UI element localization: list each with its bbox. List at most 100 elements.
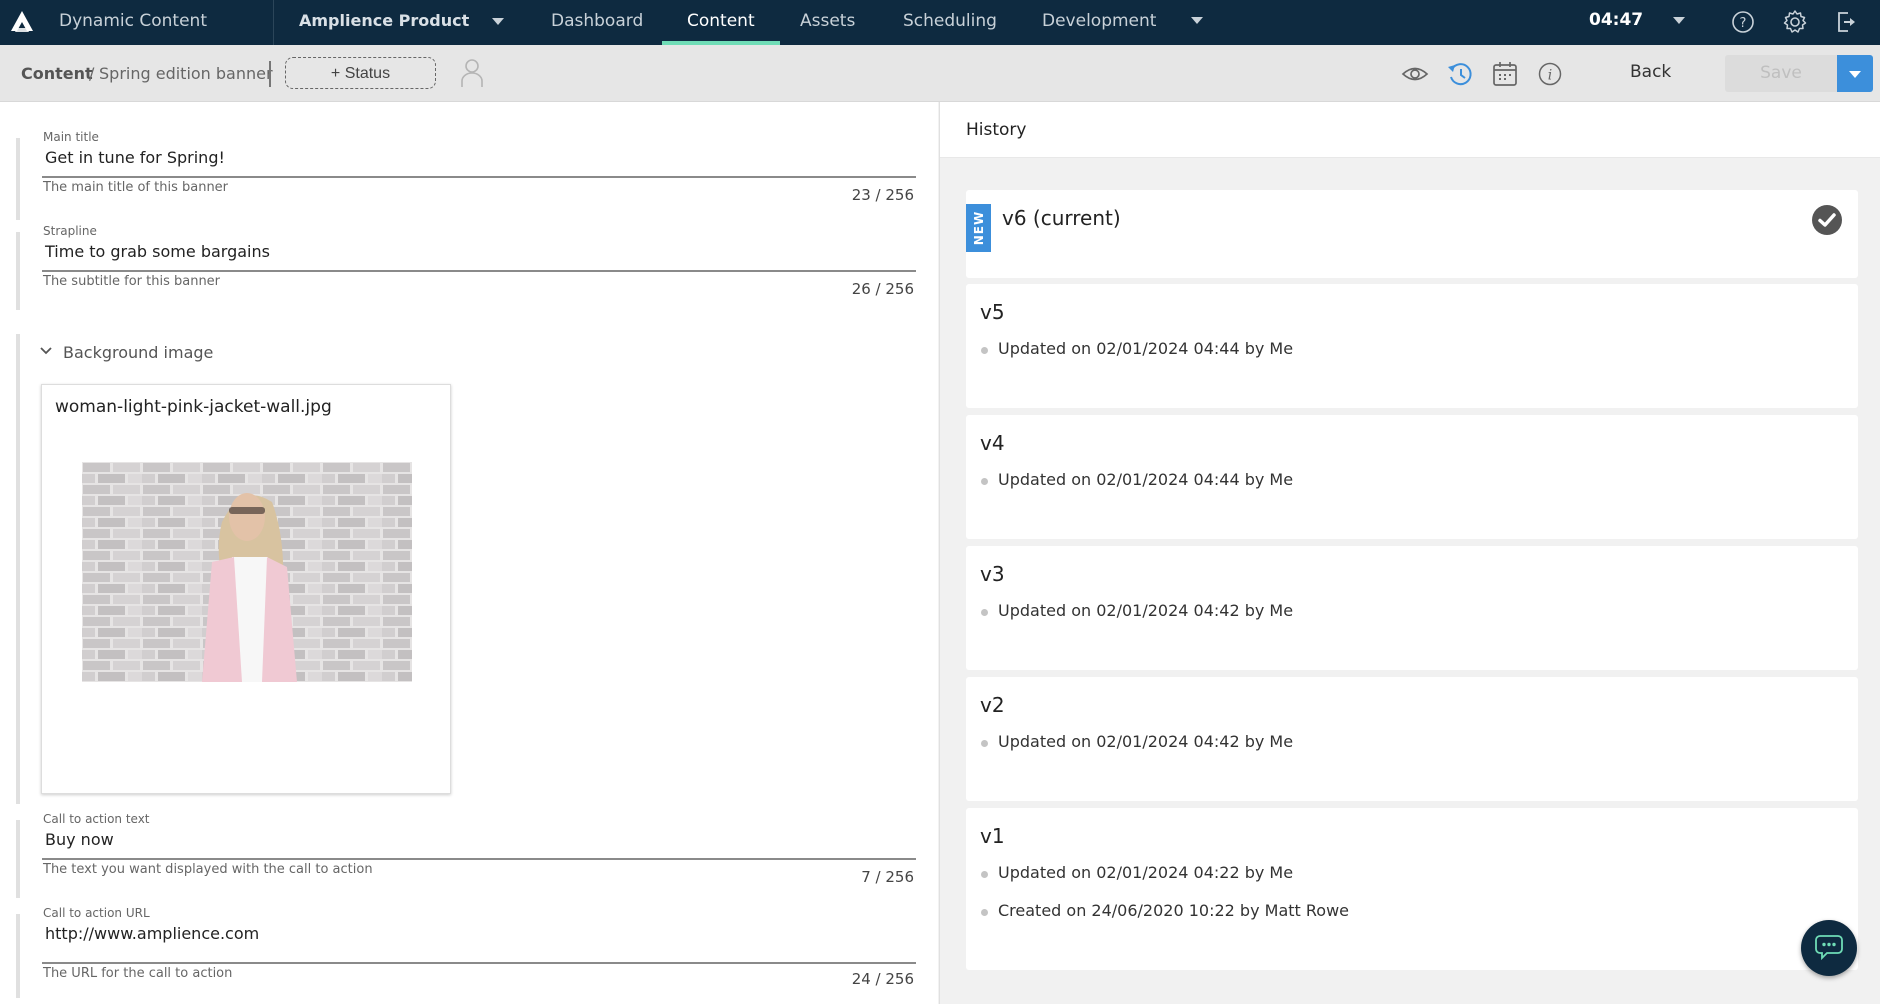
top-navigation-bar: Dynamic Content Amplience Product Dashbo… <box>0 0 1880 45</box>
amplience-logo-icon[interactable] <box>8 8 36 36</box>
version-entry: Updated on 02/01/2024 04:42 by Me <box>980 732 1293 770</box>
field-rail <box>16 820 20 898</box>
app-title: Dynamic Content <box>59 11 207 31</box>
new-badge: NEW <box>966 204 991 252</box>
svg-text:i: i <box>1548 68 1552 84</box>
nav-tab-dashboard[interactable]: Dashboard <box>526 0 668 45</box>
svg-text:?: ? <box>1740 16 1747 31</box>
input-underline <box>42 176 916 178</box>
field-help-text: The URL for the call to action <box>43 966 233 981</box>
version-entry: Created on 24/06/2020 10:22 by Matt Rowe <box>980 901 1349 939</box>
version-name: v6 (current) <box>1002 206 1121 230</box>
content-toolbar: Content / Spring edition banner + Status… <box>0 45 1880 102</box>
image-thumbnail <box>82 462 412 682</box>
nav-tab-assets[interactable]: Assets <box>775 0 880 45</box>
image-asset-card[interactable]: woman-light-pink-jacket-wall.jpg <box>41 384 451 794</box>
toolbar-divider <box>269 61 271 87</box>
chat-support-button[interactable] <box>1801 920 1857 976</box>
save-dropdown-caret-icon <box>1849 71 1861 78</box>
strapline-input[interactable]: Time to grab some bargains <box>45 242 270 261</box>
calendar-icon[interactable] <box>1491 61 1519 87</box>
version-card-v2[interactable]: v2 Updated on 02/01/2024 04:42 by Me <box>966 677 1858 801</box>
character-count: 26 / 256 <box>851 280 914 298</box>
history-title: History <box>966 120 1027 140</box>
logout-icon[interactable] <box>1833 9 1859 35</box>
version-entry: Updated on 02/01/2024 04:44 by Me <box>980 470 1293 508</box>
field-label: Call to action URL <box>43 906 150 920</box>
character-count: 24 / 256 <box>851 970 914 988</box>
info-icon[interactable]: i <box>1536 61 1564 87</box>
field-main-title: Main title Get in tune for Spring! The m… <box>16 130 916 220</box>
add-status-button[interactable]: + Status <box>285 57 436 89</box>
chat-bubble-icon <box>1815 935 1843 961</box>
new-badge-label: NEW <box>971 210 986 246</box>
back-button[interactable]: Back <box>1630 62 1671 82</box>
field-cta-url: Call to action URL http://www.amplience.… <box>16 906 916 1002</box>
field-rail <box>16 232 20 310</box>
history-panel: History NEW v6 (current) v5 Updated on 0… <box>939 102 1880 1004</box>
version-entries: Updated on 02/01/2024 04:44 by Me <box>980 470 1293 508</box>
nav-tab-scheduling[interactable]: Scheduling <box>878 0 1022 45</box>
collapse-chevron-icon[interactable] <box>39 344 53 358</box>
field-label: Call to action text <box>43 812 150 826</box>
character-count: 7 / 256 <box>861 868 914 886</box>
input-underline <box>42 962 916 964</box>
version-card-v5[interactable]: v5 Updated on 02/01/2024 04:44 by Me <box>966 284 1858 408</box>
cta-text-input[interactable]: Buy now <box>45 830 114 849</box>
background-image-section: Background image woman-light-pink-jacket… <box>16 334 916 804</box>
version-card-v1[interactable]: v1 Updated on 02/01/2024 04:22 by Me Cre… <box>966 808 1858 970</box>
nav-tab-development[interactable]: Development <box>1017 0 1181 45</box>
main-title-input[interactable]: Get in tune for Spring! <box>45 148 225 167</box>
field-rail <box>16 334 20 804</box>
help-icon[interactable]: ? <box>1730 9 1756 35</box>
settings-icon[interactable] <box>1782 9 1808 35</box>
version-entries: Updated on 02/01/2024 04:42 by Me <box>980 732 1293 770</box>
field-strapline: Strapline Time to grab some bargains The… <box>16 224 916 314</box>
time-dropdown-caret-icon[interactable] <box>1673 17 1685 24</box>
preview-eye-icon[interactable] <box>1401 61 1429 87</box>
section-title[interactable]: Background image <box>63 343 213 362</box>
breadcrumb-separator: / <box>89 64 95 83</box>
current-version-check-icon <box>1812 205 1842 235</box>
field-rail <box>16 138 20 220</box>
cta-url-input[interactable]: http://www.amplience.com <box>45 924 259 943</box>
history-header: History <box>940 102 1880 158</box>
version-name: v2 <box>980 693 1005 717</box>
history-icon[interactable] <box>1446 61 1474 87</box>
version-card-v4[interactable]: v4 Updated on 02/01/2024 04:44 by Me <box>966 415 1858 539</box>
version-name: v4 <box>980 431 1005 455</box>
image-file-name: woman-light-pink-jacket-wall.jpg <box>55 397 332 417</box>
field-label: Strapline <box>43 224 97 238</box>
version-entries: Updated on 02/01/2024 04:42 by Me <box>980 601 1293 639</box>
hub-selector[interactable]: Amplience Product <box>299 11 469 30</box>
save-options-dropdown[interactable] <box>1837 55 1873 92</box>
version-name: v3 <box>980 562 1005 586</box>
breadcrumb-current: Spring edition banner <box>99 64 273 83</box>
version-entries: Updated on 02/01/2024 04:22 by Me Create… <box>980 863 1349 939</box>
version-name: v1 <box>980 824 1005 848</box>
nav-divider <box>273 0 274 45</box>
version-entry: Updated on 02/01/2024 04:44 by Me <box>980 339 1293 377</box>
field-help-text: The text you want displayed with the cal… <box>43 862 373 877</box>
clock-time: 04:47 <box>1589 10 1644 30</box>
version-entries: Updated on 02/01/2024 04:44 by Me <box>980 339 1293 377</box>
content-editor-form: Main title Get in tune for Spring! The m… <box>0 102 938 1004</box>
input-underline <box>42 270 916 272</box>
assignee-user-icon[interactable] <box>459 57 485 89</box>
breadcrumb-content[interactable]: Content <box>21 64 93 83</box>
version-entry: Updated on 02/01/2024 04:22 by Me <box>980 863 1349 901</box>
save-button[interactable]: Save <box>1725 55 1837 92</box>
hub-dropdown-caret-icon[interactable] <box>492 18 504 25</box>
field-help-text: The subtitle for this banner <box>43 274 221 289</box>
field-label: Main title <box>43 130 99 144</box>
character-count: 23 / 256 <box>851 186 914 204</box>
input-underline <box>42 858 916 860</box>
field-rail <box>16 914 20 998</box>
version-card-v3[interactable]: v3 Updated on 02/01/2024 04:42 by Me <box>966 546 1858 670</box>
more-tabs-caret-icon[interactable] <box>1191 17 1203 24</box>
version-name: v5 <box>980 300 1005 324</box>
nav-tab-content[interactable]: Content <box>662 0 780 45</box>
field-cta-text: Call to action text Buy now The text you… <box>16 812 916 902</box>
version-entry: Updated on 02/01/2024 04:42 by Me <box>980 601 1293 639</box>
version-card-v6[interactable]: NEW v6 (current) <box>966 190 1858 278</box>
